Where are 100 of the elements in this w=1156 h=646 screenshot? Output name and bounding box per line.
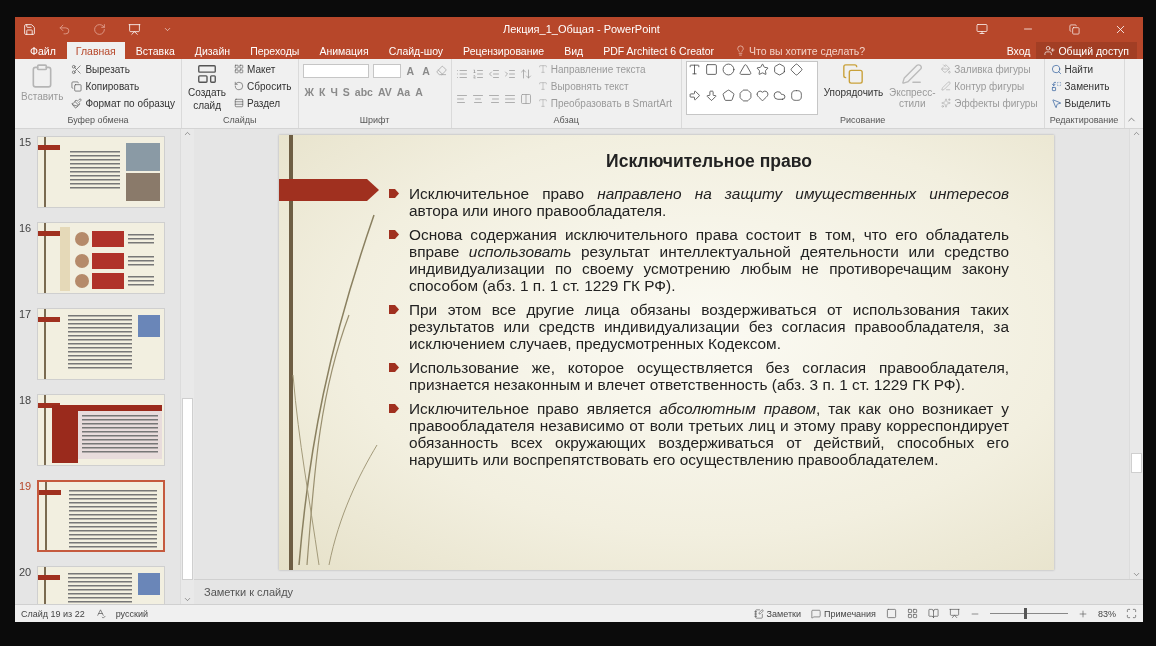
undo-button[interactable] — [58, 22, 71, 36]
align-right-icon — [487, 92, 500, 105]
slideshow-button[interactable] — [949, 608, 960, 619]
bullet-icon — [389, 363, 399, 372]
ribbon-command[interactable]: Выделить — [1048, 95, 1113, 111]
lightbulb-icon — [735, 45, 747, 56]
slide-number: 15 — [19, 136, 33, 150]
shape-icon — [755, 63, 769, 76]
ribbon-command[interactable]: Раздел — [232, 95, 294, 111]
section-icon — [234, 98, 245, 108]
scrollbar[interactable] — [1129, 129, 1143, 579]
scroll-thumb[interactable] — [1131, 453, 1142, 473]
font-size-button[interactable]: A — [420, 64, 432, 77]
format-button[interactable]: Aa — [394, 85, 413, 98]
fit-slide-button[interactable] — [1126, 608, 1137, 619]
sorter-view-button[interactable] — [907, 608, 918, 619]
tell-me-field[interactable]: Что вы хотите сделать? — [749, 44, 866, 57]
comment-icon — [811, 608, 821, 619]
zoom-in-button[interactable] — [1078, 608, 1088, 619]
ribbon-command[interactable]: Копировать — [69, 78, 178, 94]
ribbon-tab[interactable]: PDF Architect 6 Creator — [594, 42, 724, 59]
format-button[interactable]: abc — [352, 85, 375, 98]
ribbon-tab[interactable]: Слайд-шоу — [379, 42, 453, 59]
format-button[interactable]: Ж — [302, 85, 317, 98]
zoom-slider-thumb[interactable] — [1024, 608, 1028, 619]
bullet-icon — [389, 404, 399, 413]
group-label: Буфер обмена — [66, 115, 130, 127]
slide-thumbnail[interactable] — [37, 480, 165, 552]
bullet-icon — [389, 305, 399, 314]
group-label: Абзац — [552, 115, 580, 127]
share-button[interactable]: Общий доступ — [1036, 42, 1137, 59]
align-center-icon — [471, 92, 484, 105]
justify-icon — [503, 92, 516, 105]
scroll-thumb[interactable] — [182, 398, 193, 580]
user-icon — [1044, 45, 1056, 56]
ribbon-tab[interactable]: Анимация — [310, 42, 378, 59]
brush-icon — [71, 97, 83, 109]
ribbon-command[interactable]: Сбросить — [232, 78, 294, 94]
ribbon-tab[interactable]: Главная — [66, 42, 125, 59]
notes-button[interactable]: Заметки — [753, 608, 801, 619]
indent-increase-icon — [503, 67, 516, 80]
presenter-button[interactable] — [128, 22, 141, 36]
zoom-level[interactable]: 83% — [1098, 608, 1116, 619]
slide-icon — [196, 63, 219, 85]
align-left-icon — [455, 92, 468, 105]
shape-icon — [687, 88, 701, 102]
shape-icon — [772, 63, 786, 76]
layout-icon — [234, 64, 245, 74]
columns-icon — [519, 92, 532, 105]
format-button[interactable]: К — [317, 85, 328, 98]
save-button[interactable] — [23, 22, 36, 36]
comments-button[interactable]: Примечания — [811, 608, 876, 619]
notes-field[interactable]: Заметки к слайду — [204, 586, 294, 598]
scissors-icon — [71, 63, 83, 75]
sparkle-icon — [941, 98, 952, 108]
font-size-button[interactable]: A — [404, 64, 417, 77]
shape-icon — [721, 63, 735, 76]
format-button[interactable]: S — [340, 85, 352, 98]
line-spacing-icon — [519, 67, 532, 80]
font-name-field[interactable] — [302, 63, 369, 78]
slide-number: 16 — [19, 222, 33, 236]
slide-number: 18 — [19, 394, 33, 408]
ribbon-tab[interactable]: Вставка — [126, 42, 184, 59]
indent-decrease-icon — [487, 67, 500, 80]
format-button[interactable]: A — [413, 85, 425, 98]
scrollbar[interactable] — [180, 129, 194, 604]
bullet-text: Исключительное право является абсолютным правом, так как оно возникает у правообладателя независимо от воли третьих лиц и этому праву корреспондирует обязанность всех окружающих воздерживаться от действий, способных его нарушить или воспрепятствовать его осуществлению правообладателем. — [409, 400, 1009, 468]
ribbon-tab[interactable]: Рецензирование — [454, 42, 554, 59]
ribbon-tab[interactable]: Файл — [21, 42, 65, 59]
arrange-button[interactable]: Упорядочить — [821, 61, 886, 115]
slide-title: Исключительное право — [605, 151, 813, 172]
reading-view-button[interactable] — [928, 608, 939, 619]
shape-icon — [738, 63, 752, 76]
ribbon-command[interactable]: Формат по образцу — [69, 95, 178, 111]
language-label[interactable]: русский — [115, 608, 148, 619]
redo-button[interactable] — [93, 22, 106, 36]
font-size-field[interactable] — [372, 63, 401, 78]
text-icon — [537, 98, 548, 108]
ribbon-tab[interactable]: Переходы — [241, 42, 309, 59]
group-label: Слайды — [222, 115, 258, 127]
new-slide-button[interactable]: Создать слайд — [186, 61, 229, 115]
ribbon-command[interactable]: Найти — [1048, 61, 1113, 77]
save-icon — [23, 22, 36, 36]
ribbon-tab[interactable]: Дизайн — [185, 42, 240, 59]
ribbon-command[interactable]: Макет — [232, 61, 294, 77]
ribbon-command[interactable]: Заменить — [1048, 78, 1113, 94]
format-button[interactable]: Ч — [328, 85, 340, 98]
bullet-icon — [389, 189, 399, 198]
shape-icon — [789, 63, 803, 76]
ribbon-command[interactable]: Вырезать — [69, 61, 178, 77]
arrow-up-icon — [183, 129, 192, 138]
undo-icon — [58, 22, 71, 36]
normal-view-button[interactable] — [886, 608, 897, 619]
text-icon — [537, 64, 548, 74]
ribbon-tab[interactable]: Вид — [555, 42, 593, 59]
monitor-icon — [976, 23, 988, 35]
shapes-gallery[interactable] — [685, 61, 818, 115]
sign-in-link[interactable]: Вход — [1000, 42, 1037, 59]
text-icon — [537, 81, 548, 91]
format-button[interactable]: AV — [375, 85, 394, 98]
